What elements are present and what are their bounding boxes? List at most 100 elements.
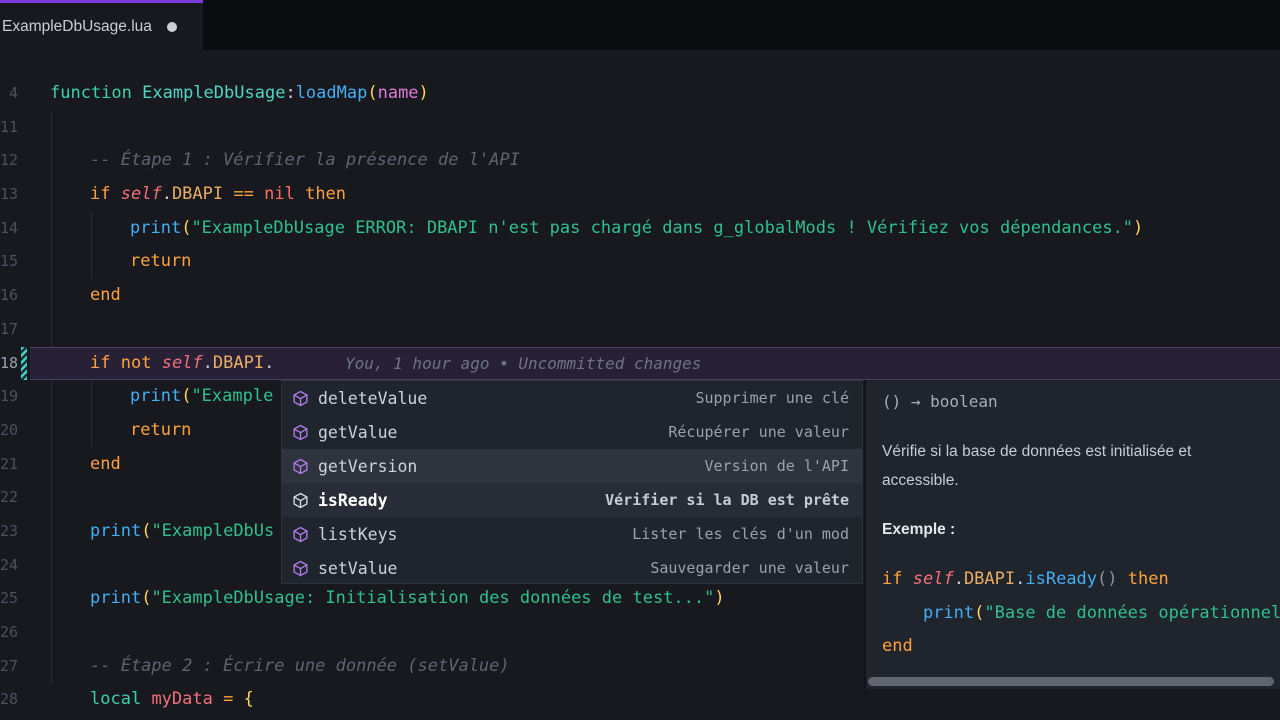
line-number[interactable]: 11 (0, 111, 18, 145)
method-description: Vérifie si la base de données est initia… (882, 443, 1192, 489)
token-fn: isReady (1025, 569, 1098, 589)
suggest-item-detail: Version de l'API (704, 457, 850, 475)
suggest-item-detail: Récupérer une valeur (668, 423, 849, 441)
suggest-item-isReady[interactable]: isReady Vérifier si la DB est prête (282, 483, 862, 517)
tab-exampledbusage-lua[interactable]: ExampleDbUsage.lua (0, 0, 203, 50)
code-text: if self.DBAPI == nil then (50, 178, 1280, 212)
method-icon (292, 492, 309, 509)
token-kw: if (90, 352, 111, 373)
tab-title: ExampleDbUsage.lua (2, 17, 152, 35)
modified-dot-icon[interactable] (166, 21, 177, 32)
line-number[interactable]: 16 (0, 279, 18, 313)
token-prop: DBAPI (963, 569, 1016, 589)
code-text: return (50, 245, 1280, 279)
token-str: "Example (191, 386, 274, 407)
token-kw: end (90, 453, 121, 474)
line-number[interactable]: 20 (0, 414, 18, 448)
line-number[interactable]: 21 (0, 448, 18, 482)
suggestion-docs-panel: () → boolean Vérifie si la base de donné… (864, 380, 1280, 689)
token-punc: : (285, 83, 296, 103)
code-line-16[interactable]: 16 end (0, 279, 1280, 313)
code-line-4[interactable]: 4 function ExampleDbUsage:loadMap(name) (0, 77, 1280, 111)
line-number[interactable]: 17 (0, 313, 18, 347)
line-number[interactable]: 18 (0, 347, 18, 381)
suggest-item-setValue[interactable]: setValue Sauvegarder une valeur (282, 551, 862, 585)
token-punc: . (953, 569, 964, 589)
token-decl: local (90, 689, 142, 710)
token-fn: print (922, 602, 975, 623)
suggest-item-detail: Lister les clés d'un mod (632, 525, 849, 543)
token-kw: return (130, 251, 192, 272)
token-self: self (161, 352, 203, 373)
token-paren: ( (367, 83, 378, 103)
token-str: "ExampleDbUsage: Initialisation des donn… (151, 588, 715, 609)
line-number[interactable]: 22 (0, 481, 18, 515)
code-line-18[interactable]: 18 if not self.DBAPI. You, 1 hour ago • Un… (0, 346, 1280, 381)
token-kw: end (882, 636, 913, 657)
token-paren: ) (714, 588, 725, 609)
suggest-item-getValue[interactable]: getValue Récupérer une valeur (282, 415, 862, 449)
suggest-item-deleteValue[interactable]: deleteValue Supprimer une clé (282, 381, 862, 415)
code-line-11[interactable]: 11 (0, 111, 1280, 145)
suggest-item-listKeys[interactable]: listKeys Lister les clés d'un mod (282, 517, 862, 551)
line-number[interactable]: 24 (0, 549, 18, 583)
suggest-item-detail: Vérifier si la DB est prête (605, 491, 849, 509)
line-number[interactable]: 28 (0, 683, 18, 717)
suggest-item-label: getVersion (318, 456, 418, 476)
token-fn: print (130, 217, 182, 238)
line-number[interactable]: 4 (0, 77, 18, 111)
token-class: ExampleDbUsage (142, 83, 286, 103)
line-number[interactable]: 19 (0, 380, 18, 414)
method-signature: () → boolean (882, 392, 998, 411)
line-number[interactable]: 27 (0, 650, 18, 684)
method-icon (292, 560, 309, 577)
code-line-14[interactable]: 14 print("ExampleDbUsage ERROR: DBAPI n'e… (0, 212, 1280, 246)
token-self: self (912, 569, 954, 589)
token-fn: print (90, 520, 142, 541)
token-cmt: -- Étape 2 : Écrire une donnée (setValue… (90, 655, 510, 676)
token-punc2: () (1097, 569, 1118, 589)
token-str: "ExampleDbUs (151, 520, 275, 541)
token-kw: then (1127, 569, 1169, 589)
example-heading: Exemple : (882, 521, 956, 538)
method-icon (292, 526, 309, 543)
token-str: "ExampleDbUsage ERROR: DBAPI n'est pas c… (191, 217, 1134, 238)
line-number[interactable]: 15 (0, 245, 18, 279)
code-line-13[interactable]: 13 if self.DBAPI == nil then (0, 178, 1280, 212)
token-paren: ( (974, 602, 985, 623)
line-number[interactable]: 14 (0, 212, 18, 246)
token-nil: nil (264, 184, 295, 205)
method-icon (292, 458, 309, 475)
token-cmt: -- Étape 1 : Vérifier la présence de l'A… (90, 150, 520, 171)
line-number[interactable]: 23 (0, 515, 18, 549)
token-kw: return (130, 419, 192, 440)
line-number[interactable]: 25 (0, 582, 18, 616)
line-number[interactable]: 13 (0, 178, 18, 212)
token-kw: if (882, 569, 903, 589)
code-line-15[interactable]: 15 return (0, 245, 1280, 279)
token-paren: ( (181, 386, 192, 407)
code-line-12[interactable]: 12 -- Étape 1 : Vérifier la présence de l… (0, 144, 1280, 178)
docs-code-line: end (882, 630, 1280, 664)
suggest-item-label: deleteValue (318, 388, 428, 408)
token-paren: { (243, 689, 254, 710)
line-number[interactable]: 12 (0, 144, 18, 178)
code-line-17[interactable]: 17 (0, 313, 1280, 347)
token-kw: not (120, 352, 152, 373)
tab-bar: ExampleDbUsage.lua (0, 0, 1280, 50)
token-fn: print (130, 386, 182, 407)
token-punc: . (1015, 569, 1026, 589)
horizontal-scrollbar[interactable] (868, 677, 1274, 686)
suggest-item-label: getValue (318, 422, 398, 442)
suggest-item-detail: Supprimer une clé (695, 389, 849, 407)
line-number[interactable]: 26 (0, 616, 18, 650)
code-text: print("ExampleDbUsage ERROR: DBAPI n'est… (50, 212, 1280, 246)
suggest-item-getVersion[interactable]: getVersion Version de l'API (282, 449, 862, 483)
